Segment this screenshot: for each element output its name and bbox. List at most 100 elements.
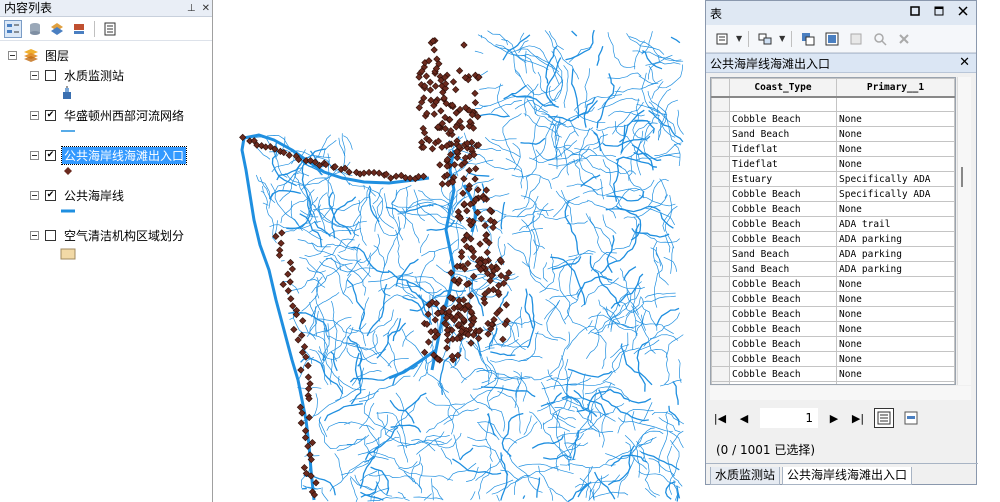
row-selector[interactable] xyxy=(711,321,730,337)
cell-coast-type[interactable]: Cobble Beach xyxy=(729,186,837,202)
beach-access-point[interactable] xyxy=(443,344,451,352)
beach-access-point[interactable] xyxy=(286,258,295,267)
cell-primary-1[interactable]: None xyxy=(836,141,955,157)
beach-access-point[interactable] xyxy=(471,99,480,107)
restore-icon[interactable] xyxy=(908,4,922,18)
zoom-to-selected-button[interactable] xyxy=(870,29,890,49)
beach-access-point[interactable] xyxy=(304,373,313,381)
switch-selection-button[interactable] xyxy=(822,29,842,49)
row-selector[interactable] xyxy=(711,96,730,112)
next-record-icon[interactable]: ▶ xyxy=(826,412,842,425)
beach-access-point[interactable] xyxy=(300,343,309,351)
cell-coast-type[interactable]: Cobble Beach xyxy=(729,276,837,292)
cell-primary-1[interactable]: ADA parking xyxy=(836,261,955,277)
close-icon[interactable] xyxy=(956,4,970,18)
cell-primary-1[interactable]: None xyxy=(836,111,955,127)
beach-access-point[interactable] xyxy=(288,265,296,273)
dropdown-arrow-icon[interactable]: ▼ xyxy=(779,34,785,43)
previous-record-icon[interactable]: ◀ xyxy=(736,412,752,425)
delete-selected-button[interactable] xyxy=(894,29,914,49)
table-row[interactable]: Tideflat None xyxy=(711,156,955,172)
layer-name[interactable]: 华盛顿州西部河流网络 xyxy=(62,107,186,124)
layer-visibility-checkbox[interactable] xyxy=(45,149,56,161)
cell-coast-type[interactable]: Cobble Beach xyxy=(729,231,837,247)
row-selector[interactable] xyxy=(711,231,730,247)
row-selector[interactable] xyxy=(711,351,730,367)
row-selector[interactable] xyxy=(711,216,730,232)
row-selector[interactable] xyxy=(711,186,730,202)
layer-visibility-checkbox[interactable] xyxy=(45,69,56,81)
layer-row-beach-access[interactable]: 公共海岸线海滩出入口 xyxy=(30,145,188,165)
layer-row-coastline[interactable]: 公共海岸线 xyxy=(30,186,126,204)
collapse-layer-icon[interactable] xyxy=(30,110,39,120)
beach-access-point[interactable] xyxy=(275,251,284,259)
beach-access-point[interactable] xyxy=(426,86,435,94)
table-row[interactable]: Cobble BeachNone xyxy=(711,366,955,382)
beach-access-point[interactable] xyxy=(421,348,429,356)
last-record-icon[interactable]: ▶| xyxy=(850,412,866,425)
layer-row-rivers[interactable]: 华盛顿州西部河流网络 xyxy=(30,106,186,124)
beach-access-point[interactable] xyxy=(300,464,309,472)
cell-coast-type[interactable]: Sand Beach xyxy=(729,126,837,142)
collapse-layer-icon[interactable] xyxy=(30,150,39,160)
vertical-scrollbar[interactable] xyxy=(957,77,971,385)
row-selector[interactable] xyxy=(711,366,730,382)
cell-coast-type[interactable]: Sand Beach xyxy=(729,246,837,262)
current-record-field[interactable] xyxy=(760,408,818,428)
cell-primary-1[interactable]: None xyxy=(836,321,955,337)
row-selector[interactable] xyxy=(711,291,730,307)
beach-access-point[interactable] xyxy=(502,301,510,309)
table-row[interactable]: Cobble BeachNone xyxy=(711,351,955,367)
cell-primary-1[interactable]: None xyxy=(836,381,955,384)
table-row[interactable]: Estuary Specifically ADA xyxy=(711,171,955,187)
table-tab-water-stations[interactable]: 水质监测站 xyxy=(710,467,781,485)
layer-name[interactable]: 公共海岸线海滩出入口 xyxy=(60,145,188,165)
beach-access-point[interactable] xyxy=(287,295,295,303)
beach-access-point[interactable] xyxy=(476,240,484,248)
close-icon[interactable]: ✕ xyxy=(202,0,210,17)
layer-visibility-checkbox[interactable] xyxy=(45,229,56,241)
beach-access-point[interactable] xyxy=(278,229,286,237)
cell-primary-1[interactable]: None xyxy=(836,276,955,292)
table-row[interactable]: Cobble BeachNone xyxy=(711,381,955,384)
cell-coast-type[interactable]: Cobble Beach xyxy=(729,201,837,217)
beach-access-point[interactable] xyxy=(387,174,395,182)
cell-coast-type[interactable] xyxy=(729,96,837,112)
map-canvas[interactable] xyxy=(214,0,704,502)
cell-primary-1[interactable]: None xyxy=(836,351,955,367)
select-by-attributes-button[interactable] xyxy=(798,29,818,49)
cell-primary-1[interactable]: Specifically ADA xyxy=(836,186,955,202)
table-row[interactable]: Cobble BeachNone xyxy=(711,291,955,307)
cell-primary-1[interactable]: ADA trail xyxy=(836,216,955,232)
cell-coast-type[interactable]: Sand Beach xyxy=(729,261,837,277)
table-options-button[interactable] xyxy=(712,29,732,49)
cell-primary-1[interactable]: None xyxy=(836,291,955,307)
beach-access-point[interactable] xyxy=(306,380,314,388)
layer-name[interactable]: 水质监测站 xyxy=(62,67,126,84)
beach-access-point[interactable] xyxy=(489,223,497,232)
cell-coast-type[interactable]: Cobble Beach xyxy=(729,381,837,384)
table-row[interactable]: Cobble Beach Specifically ADA xyxy=(711,186,955,202)
table-row[interactable]: Sand Beach ADA parking xyxy=(711,261,955,277)
beach-access-point[interactable] xyxy=(470,272,478,280)
beach-access-point[interactable] xyxy=(437,107,445,115)
cell-primary-1[interactable]: None xyxy=(836,336,955,352)
beach-access-point[interactable] xyxy=(430,110,438,118)
table-row[interactable]: Cobble BeachNone xyxy=(711,321,955,337)
column-header[interactable]: Primary__1 xyxy=(836,78,955,98)
collapse-layer-icon[interactable] xyxy=(30,190,39,200)
table-row[interactable] xyxy=(711,96,955,112)
layer-name[interactable]: 公共海岸线 xyxy=(62,187,126,204)
beach-access-point[interactable] xyxy=(424,338,433,346)
list-by-visibility-button[interactable] xyxy=(48,20,66,38)
maximize-icon[interactable] xyxy=(932,4,946,18)
beach-access-point[interactable] xyxy=(455,67,464,75)
beach-access-point[interactable] xyxy=(392,172,400,180)
cell-primary-1[interactable] xyxy=(836,96,955,112)
beach-access-point[interactable] xyxy=(452,85,460,94)
beach-access-point[interactable] xyxy=(431,82,440,90)
table-row[interactable]: Cobble BeachNone xyxy=(711,111,955,127)
cell-coast-type[interactable]: Cobble Beach xyxy=(729,321,837,337)
cell-primary-1[interactable]: None xyxy=(836,126,955,142)
beach-access-point[interactable] xyxy=(465,166,473,175)
